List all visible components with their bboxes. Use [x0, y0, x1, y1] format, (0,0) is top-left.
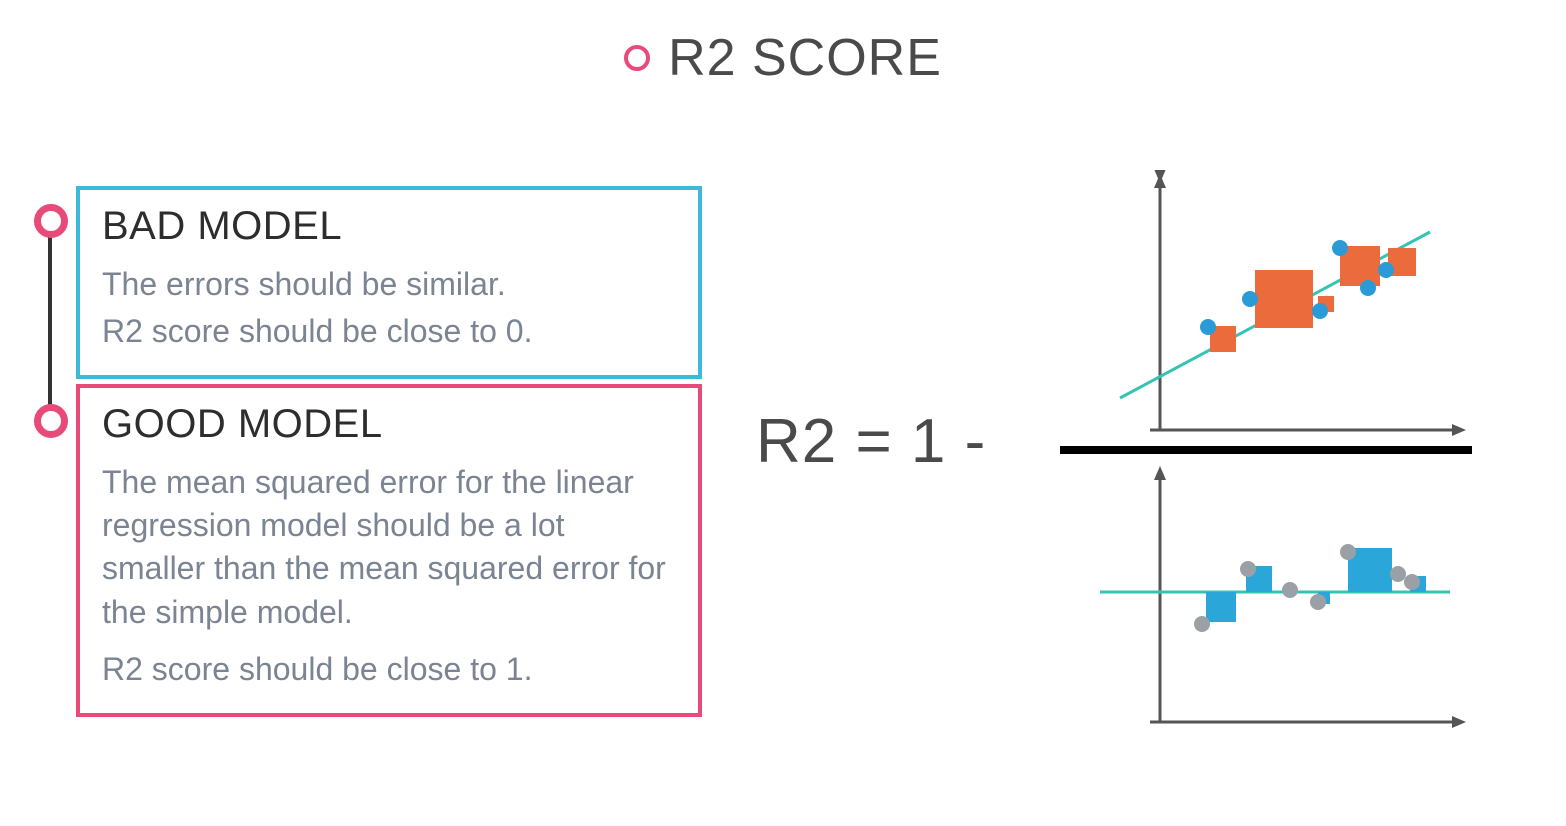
good-model-card: GOOD MODEL The mean squared error for th…: [76, 384, 702, 717]
fraction-bar: [1060, 446, 1472, 454]
good-model-heading: GOOD MODEL: [102, 402, 676, 447]
good-model-line2: R2 score should be close to 1.: [102, 648, 676, 691]
bad-model-line1: The errors should be similar.: [102, 263, 676, 306]
timeline-node-good: [34, 404, 68, 438]
bullet-icon: [624, 45, 650, 71]
slide: R2 SCORE BAD MODEL The errors should be …: [0, 0, 1566, 826]
timeline-node-bad: [34, 204, 68, 238]
slide-title: R2 SCORE: [0, 28, 1566, 88]
denominator-plot: [1090, 462, 1470, 732]
timeline-connector: [48, 208, 52, 420]
bad-model-card: BAD MODEL The errors should be similar. …: [76, 186, 702, 379]
title-text: R2 SCORE: [668, 29, 942, 87]
bad-model-heading: BAD MODEL: [102, 204, 676, 249]
r2-formula-text: R2 = 1 -: [756, 406, 986, 477]
numerator-plot: [1090, 170, 1470, 440]
bad-model-line2: R2 score should be close to 0.: [102, 310, 676, 353]
good-model-para: The mean squared error for the linear re…: [102, 461, 676, 634]
